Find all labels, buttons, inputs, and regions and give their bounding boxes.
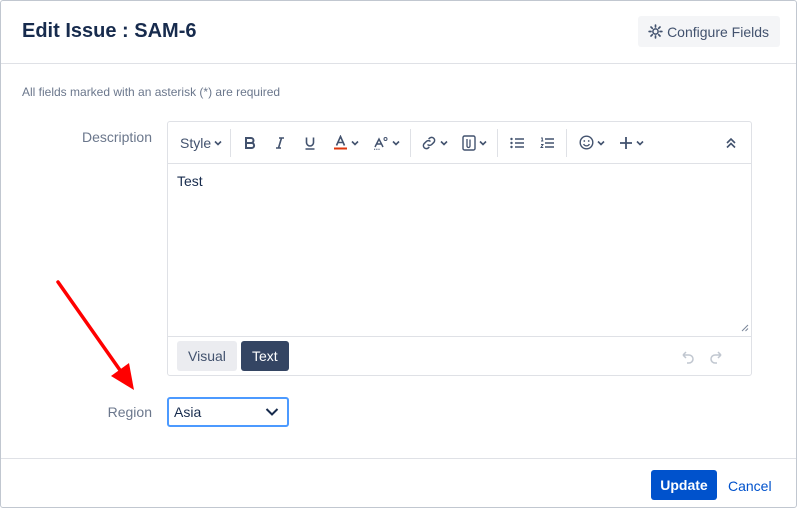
bullet-list-icon xyxy=(510,137,525,148)
chevron-down-icon xyxy=(597,140,605,146)
chevron-down-icon xyxy=(351,140,359,146)
numbered-list-button[interactable] xyxy=(540,137,555,149)
emoji-icon xyxy=(579,135,594,150)
chevron-down-icon xyxy=(214,140,222,146)
visual-mode-tab[interactable]: Visual xyxy=(177,341,237,371)
resize-handle-icon[interactable] xyxy=(741,324,749,332)
editor-mode-bar: Visual Text xyxy=(168,336,751,377)
toolbar-divider xyxy=(497,128,499,157)
region-selected-value: Asia xyxy=(174,404,202,420)
numbered-list-icon xyxy=(540,137,555,148)
collapse-toolbar-button[interactable] xyxy=(726,137,736,149)
redo-icon[interactable] xyxy=(709,350,725,364)
insert-plus-icon xyxy=(620,136,633,149)
link-icon xyxy=(422,136,436,149)
toolbar-divider xyxy=(410,128,412,157)
configure-fields-button[interactable]: Configure Fields xyxy=(638,16,780,47)
underline-icon xyxy=(305,137,315,150)
chevron-down-icon xyxy=(636,140,644,146)
emoji-dropdown[interactable] xyxy=(579,135,605,150)
undo-icon[interactable] xyxy=(679,350,695,364)
cancel-link[interactable]: Cancel xyxy=(728,478,772,494)
description-label: Description xyxy=(81,129,152,145)
dialog-footer: Update Cancel xyxy=(1,458,796,510)
toolbar-divider xyxy=(230,128,232,157)
chevron-down-icon xyxy=(392,140,400,146)
attachment-dropdown[interactable] xyxy=(462,134,487,151)
description-editor: Style Test Visual Text xyxy=(167,121,752,376)
style-label: Style xyxy=(180,134,212,151)
edit-issue-dialog: Edit Issue : SAM-6 Configure Fields All … xyxy=(0,0,797,508)
annotation-arrow-icon xyxy=(56,280,134,390)
dialog-title: Edit Issue : SAM-6 xyxy=(22,20,197,42)
required-fields-note: All fields marked with an asterisk (*) a… xyxy=(22,85,281,99)
chevron-down-icon xyxy=(440,140,448,146)
toolbar-divider xyxy=(566,128,568,157)
underline-button[interactable] xyxy=(303,136,317,150)
text-effects-dropdown[interactable] xyxy=(373,136,400,150)
text-mode-tab[interactable]: Text xyxy=(241,341,289,371)
region-label: Region xyxy=(107,404,152,420)
style-dropdown[interactable]: Style xyxy=(180,135,222,151)
text-color-dropdown[interactable] xyxy=(333,135,359,150)
italic-button[interactable] xyxy=(273,136,287,150)
description-textarea[interactable]: Test xyxy=(168,164,751,334)
bold-button[interactable] xyxy=(243,136,257,150)
editor-toolbar: Style xyxy=(168,122,751,164)
attachment-icon xyxy=(462,134,476,151)
text-color-icon xyxy=(334,135,348,150)
chevron-down-icon xyxy=(265,408,279,416)
text-effects-icon xyxy=(374,136,388,150)
configure-fields-label: Configure Fields xyxy=(667,23,769,40)
link-dropdown[interactable] xyxy=(421,136,448,150)
bold-icon xyxy=(245,136,256,149)
dialog-header: Edit Issue : SAM-6 Configure Fields xyxy=(1,1,796,64)
region-select[interactable]: Asia xyxy=(167,397,289,427)
collapse-icon xyxy=(726,137,736,148)
update-button[interactable]: Update xyxy=(651,470,717,500)
insert-more-dropdown[interactable] xyxy=(619,136,644,150)
gear-icon xyxy=(648,24,663,39)
italic-icon xyxy=(276,136,285,149)
bullet-list-button[interactable] xyxy=(510,137,525,149)
chevron-down-icon xyxy=(479,140,487,146)
